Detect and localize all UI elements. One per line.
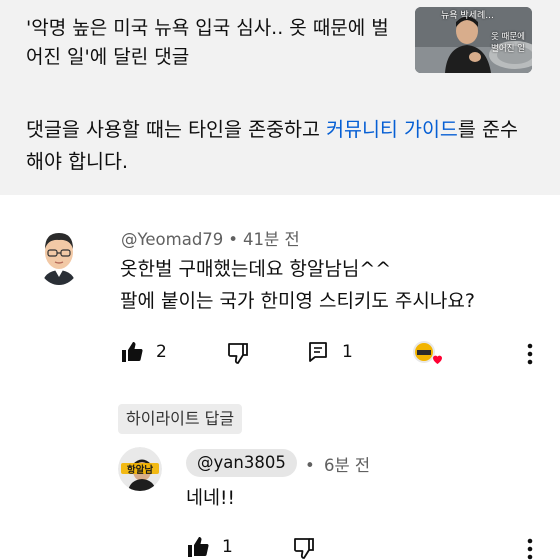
thumbs-down-icon <box>228 343 248 364</box>
creator-heart-badge <box>411 340 445 370</box>
like-count: 2 <box>156 342 167 362</box>
comments-header-panel: '악명 높은 미국 뉴욕 입국 심사.. 옷 때문에 벌어진 일'에 달린 댓글… <box>0 0 560 195</box>
highlighted-reply-badge: 하이라이트 답글 <box>118 404 243 434</box>
thumbnail-caption-mid: 옷 때문에 <box>491 32 525 42</box>
thumbs-up-icon <box>122 342 143 362</box>
comment-text: 옷한벌 구매했는데요 항알남님^^ 팔에 붙이는 국가 한미영 스티키도 주시나… <box>120 253 550 317</box>
reply-thread: 항알남 @yan3805 • 6분 전 네네!! 1 <box>0 440 560 560</box>
reply-time[interactable]: 6분 전 <box>324 456 370 475</box>
video-title[interactable]: '악명 높은 미국 뉴욕 입국 심사.. 옷 때문에 벌어진 일'에 달린 댓글 <box>26 14 396 72</box>
reply-text: 네네!! <box>186 488 235 509</box>
more-vertical-icon <box>527 538 533 560</box>
community-guidelines-link[interactable]: 커뮤니티 가이드 <box>326 118 458 141</box>
video-thumbnail[interactable]: 뉴욕 박세례... 옷 때문에 벌어진 일 <box>415 7 532 73</box>
more-vertical-icon <box>527 343 533 365</box>
reply-dislike-button[interactable] <box>292 536 316 560</box>
reply-button[interactable]: 1 <box>306 340 353 364</box>
dislike-button[interactable] <box>226 341 250 365</box>
reply-avatar[interactable]: 항알남 <box>118 447 162 491</box>
meta-separator: • <box>305 456 315 475</box>
comment-line: 팔에 붙이는 국가 한미영 스티키도 주시나요? <box>120 290 475 312</box>
comment-author[interactable]: @Yeomad79 <box>121 230 223 249</box>
comment-time[interactable]: 41분 전 <box>243 230 300 249</box>
comment-line: 옷한벌 구매했는데요 항알남님^^ <box>120 258 392 280</box>
reply-meta: • 6분 전 <box>305 452 370 476</box>
comment-actions: 2 1 <box>0 340 560 370</box>
meta-separator: • <box>228 230 239 249</box>
thumbs-down-icon <box>294 538 314 559</box>
community-guidelines-notice: 댓글을 사용할 때는 타인을 존중하고 커뮤니티 가이드를 준수해야 합니다. <box>26 114 526 178</box>
comment-reply-icon <box>309 342 327 362</box>
avatar[interactable] <box>36 225 82 285</box>
avatar-image <box>36 225 82 285</box>
comment-meta: @Yeomad79 • 41분 전 <box>121 226 300 250</box>
comment-thread: @Yeomad79 • 41분 전 옷한벌 구매했는데요 항알남님^^ 팔에 붙이는… <box>0 195 560 405</box>
reply-like-button[interactable]: 1 <box>186 535 233 559</box>
thumbs-up-icon <box>188 537 209 557</box>
like-button[interactable]: 2 <box>120 340 167 364</box>
avatar-logo-text: 항알남 <box>126 465 154 476</box>
thumbnail-caption-bottom: 벌어진 일 <box>491 44 525 54</box>
reply-author-chip[interactable]: @yan3805 <box>186 449 297 477</box>
reply-more-button[interactable] <box>527 538 533 560</box>
comment-more-button[interactable] <box>527 343 533 369</box>
creator-heart-icon <box>413 341 442 364</box>
reply-like-count: 1 <box>222 537 233 557</box>
reply-count: 1 <box>342 342 353 362</box>
thumbnail-caption-top: 뉴욕 박세례... <box>441 11 494 21</box>
guidelines-text: 댓글을 사용할 때는 타인을 존중하고 <box>26 118 327 141</box>
